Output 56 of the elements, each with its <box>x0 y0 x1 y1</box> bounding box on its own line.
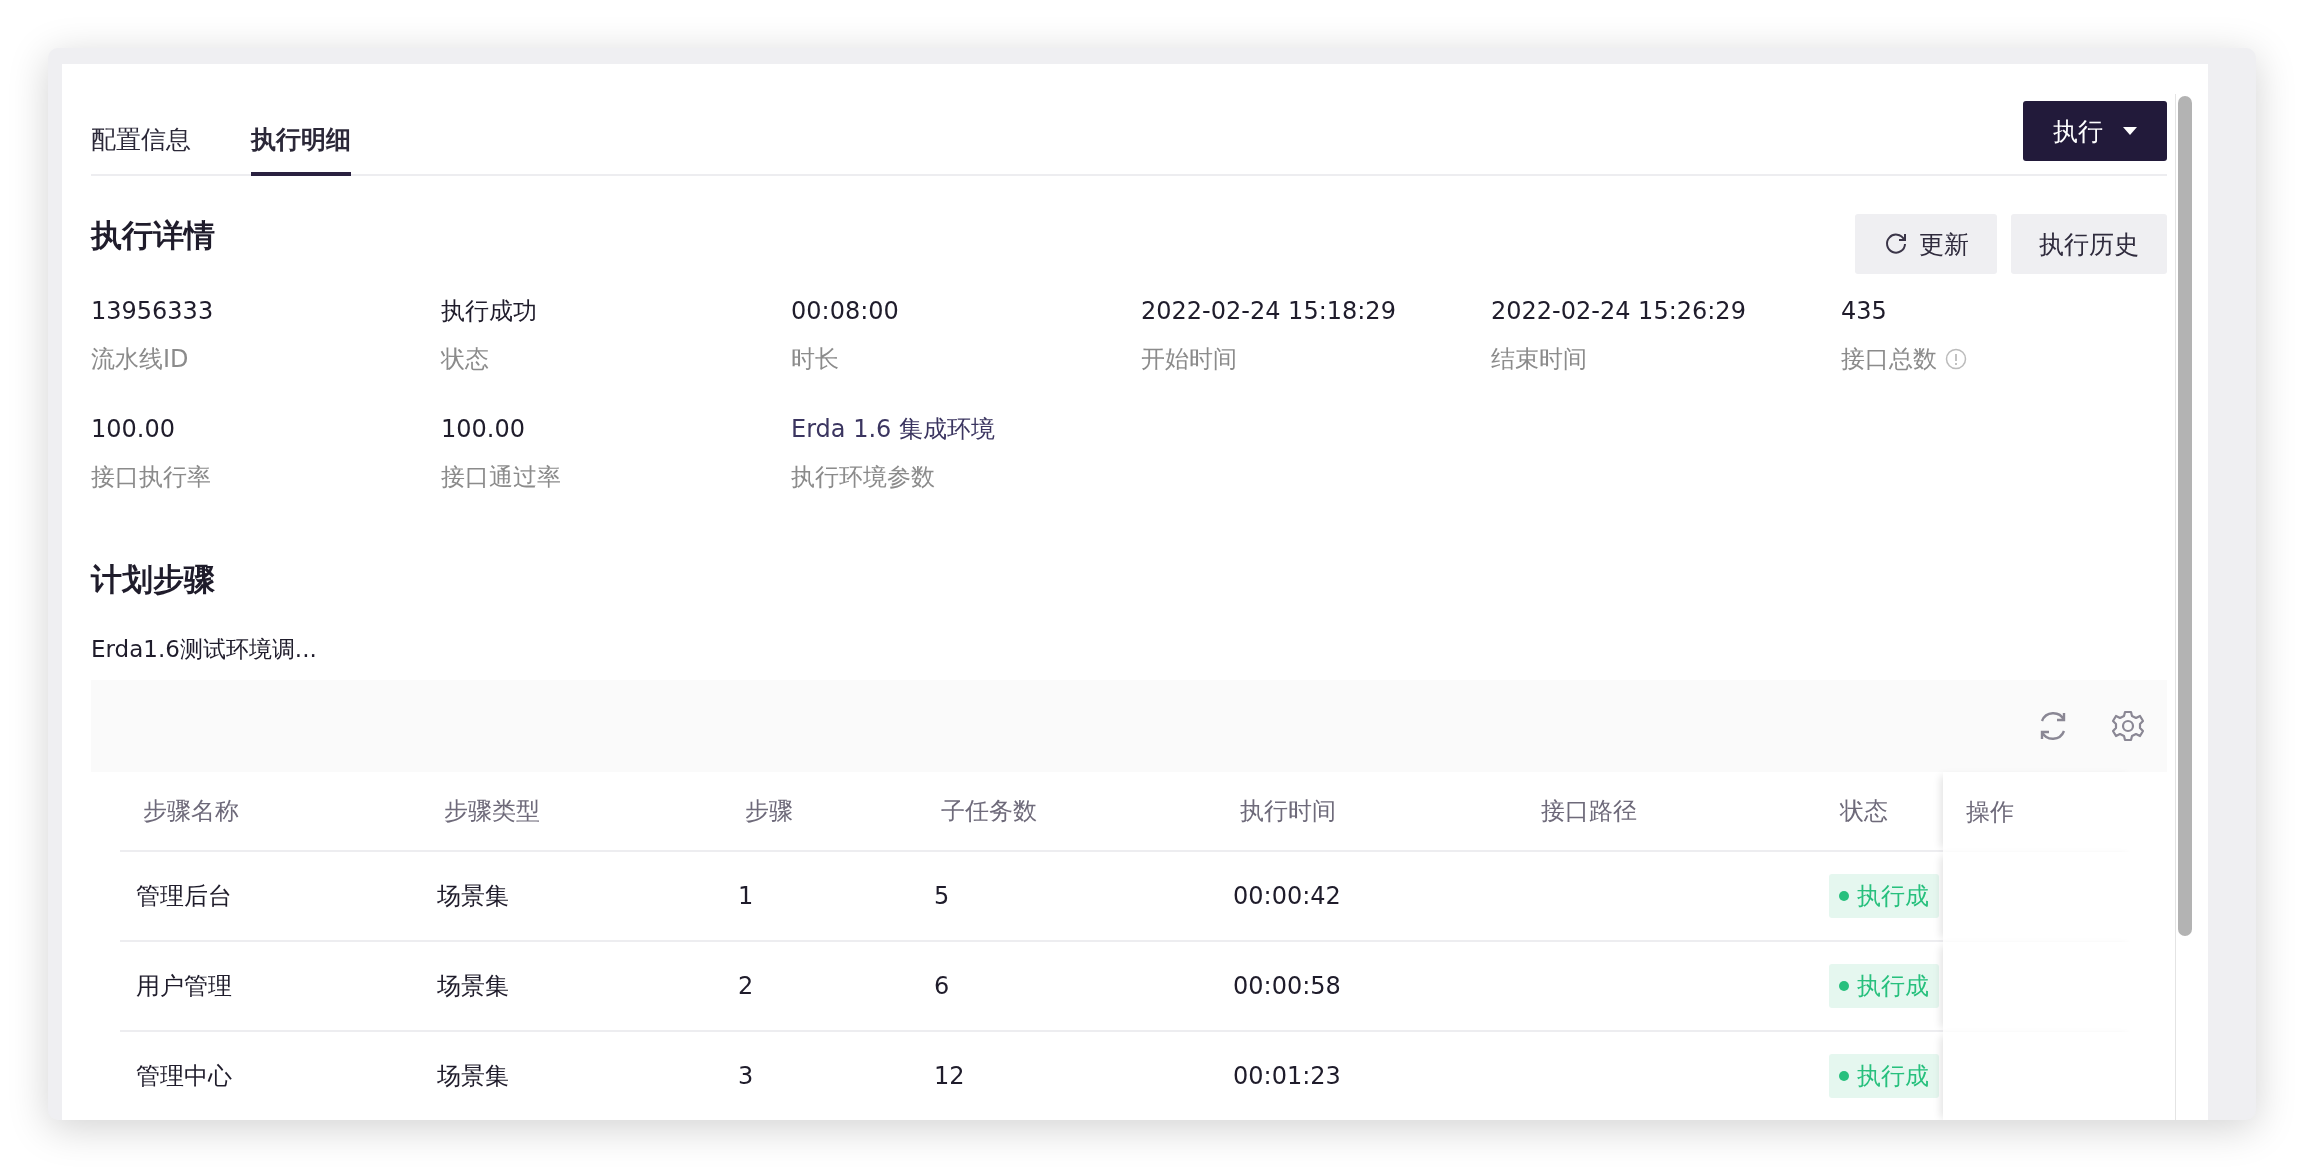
field-label: 流水线ID <box>91 344 189 375</box>
refresh-button[interactable]: 更新 <box>1855 214 1997 274</box>
table-cell-text: 00:01:23 <box>1232 1061 1342 1092</box>
table-cell-text: 管理后台 <box>135 881 233 912</box>
caret-icon <box>2123 127 2137 135</box>
field-value: 执行成功 <box>441 296 537 327</box>
column-header: 状态 <box>1839 796 1889 827</box>
settings-icon[interactable] <box>2111 709 2145 743</box>
table-cell-text: 用户管理 <box>135 971 233 1002</box>
field-label: 时长 <box>791 344 839 375</box>
history-button[interactable]: 执行历史 <box>2011 214 2167 274</box>
table-cell-text: 场景集 <box>436 881 510 912</box>
field-label: 结束时间 <box>1491 344 1587 375</box>
field-label: 接口总数 <box>1841 344 1937 375</box>
table-cell-text: 管理中心 <box>135 1061 233 1092</box>
plan-name: Erda1.6测试环境调... <box>91 635 318 664</box>
field-label: 接口执行率 <box>91 462 211 493</box>
run-dropdown-button[interactable]: 执行 <box>2023 101 2167 161</box>
section-title: 计划步骤 <box>91 560 216 599</box>
column-header: 操作 <box>1943 772 2137 852</box>
section-title: 执行详情 <box>91 216 215 255</box>
table-cell-text: 5 <box>933 881 951 912</box>
tab[interactable]: 执行明细 <box>251 123 351 176</box>
field-label: 执行环境参数 <box>791 462 935 493</box>
table-cell-text: 场景集 <box>436 1061 510 1092</box>
refresh-icon <box>1883 231 1909 257</box>
table-cell-text: 3 <box>737 1061 755 1092</box>
table-cell-text: 2 <box>737 971 755 1002</box>
column-header: 接口路径 <box>1540 796 1638 827</box>
column-header: 步骤名称 <box>142 796 240 827</box>
column-header: 子任务数 <box>940 796 1038 827</box>
column-header: 步骤类型 <box>443 796 541 827</box>
field-value: 100.00 <box>91 414 175 445</box>
table-cell-text: 12 <box>933 1061 966 1092</box>
table-cell-text: 1 <box>737 881 755 912</box>
field-label: 开始时间 <box>1141 344 1237 375</box>
table-cell-text: 00:00:42 <box>1232 881 1342 912</box>
field-link[interactable]: Erda 1.6 集成环境 <box>791 412 995 446</box>
scrollbar-thumb[interactable] <box>2178 96 2192 936</box>
field-value: 00:08:00 <box>791 296 899 327</box>
table-cell-text: 场景集 <box>436 971 510 1002</box>
field-value: 100.00 <box>441 414 525 445</box>
tab[interactable]: 配置信息 <box>91 123 191 176</box>
status-badge: 执行成 <box>1829 964 1939 1008</box>
column-header: 执行时间 <box>1239 796 1337 827</box>
field-label: 接口通过率 <box>441 462 561 493</box>
field-value: 435 <box>1841 296 1887 327</box>
status-badge: 执行成 <box>1829 874 1939 918</box>
field-value: 2022-02-24 15:26:29 <box>1491 296 1746 327</box>
field-label: 状态 <box>441 344 489 375</box>
field-value: 13956333 <box>91 296 214 327</box>
field-value: 2022-02-24 15:18:29 <box>1141 296 1396 327</box>
table-cell-text: 00:00:58 <box>1232 971 1342 1002</box>
table-cell-text: 6 <box>933 971 951 1002</box>
status-badge: 执行成 <box>1829 1054 1939 1098</box>
column-header: 步骤 <box>744 796 794 827</box>
